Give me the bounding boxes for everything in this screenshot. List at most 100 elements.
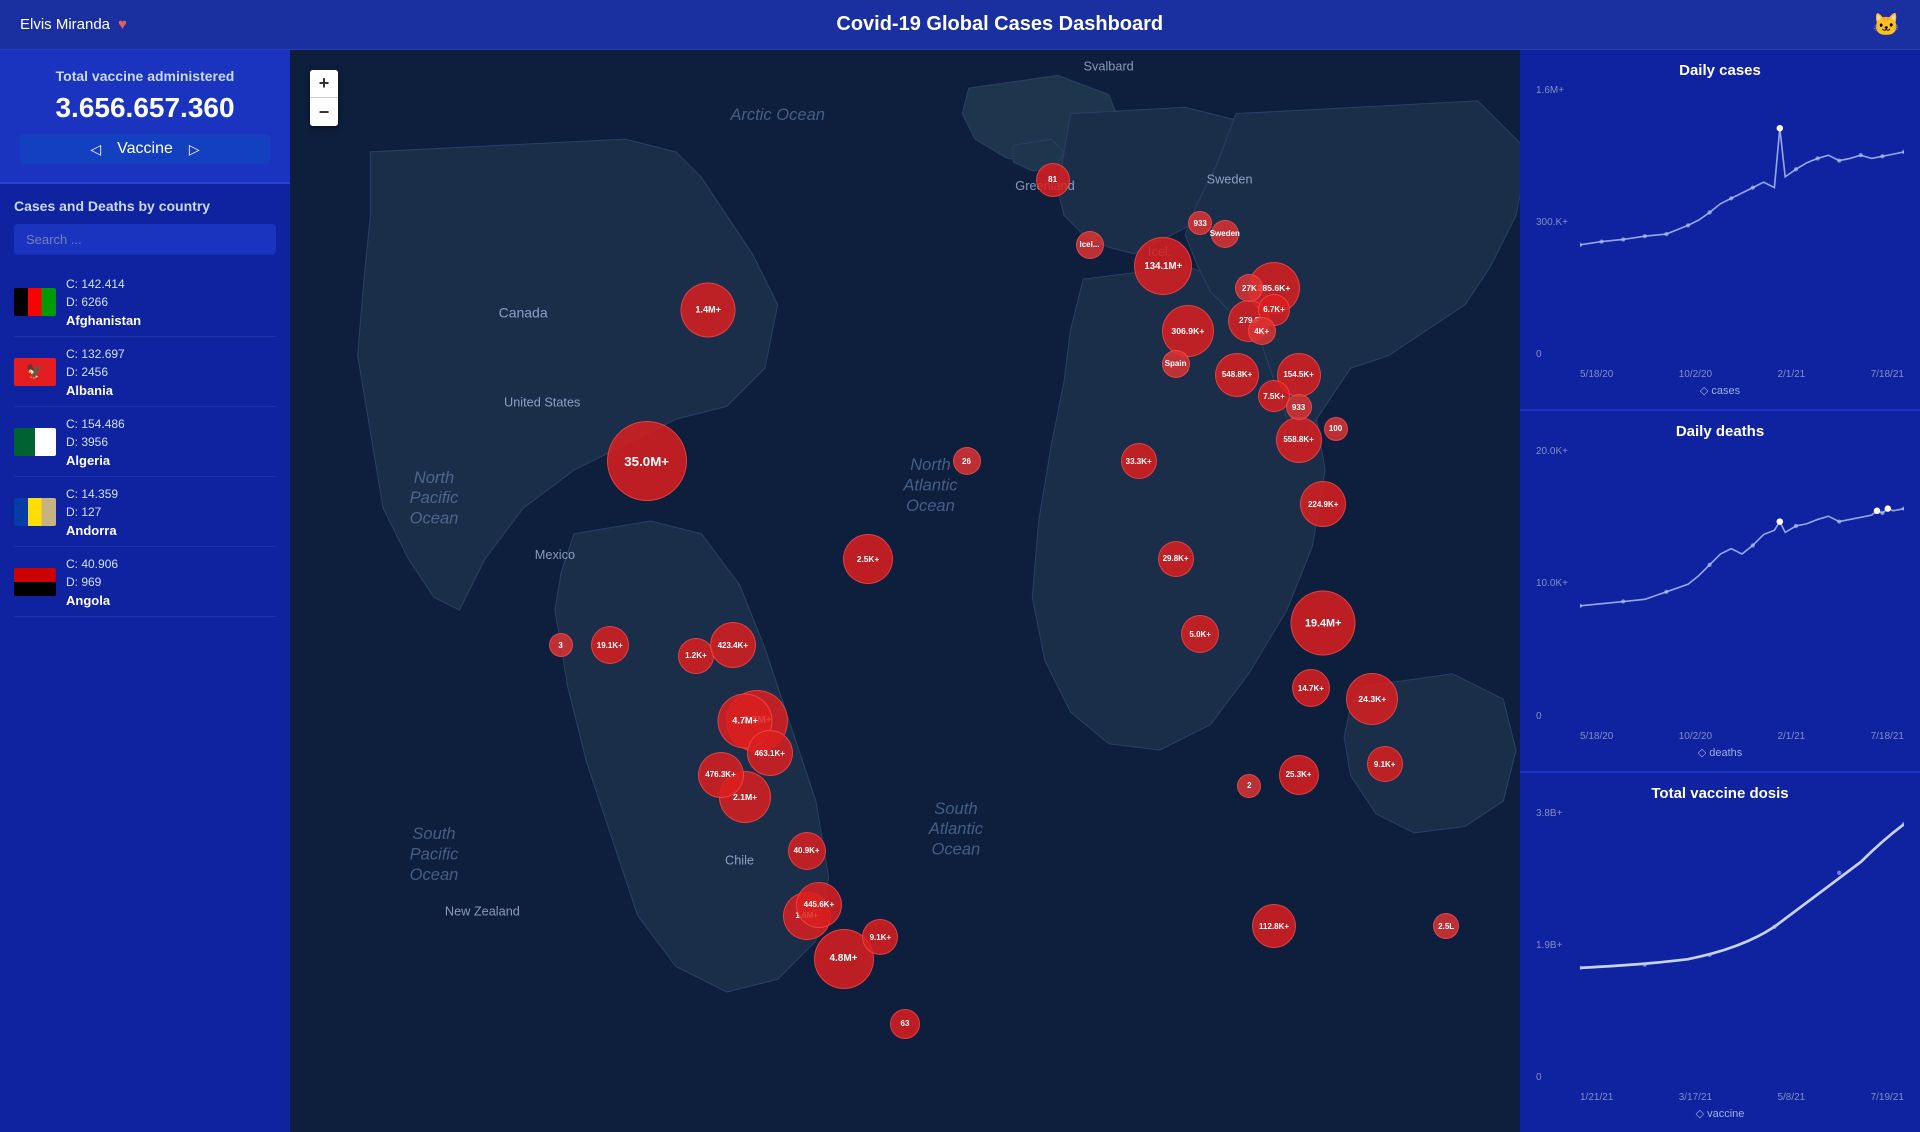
page-title: Covid-19 Global Cases Dashboard (836, 13, 1163, 36)
map-bubble-nigeria[interactable]: 5.0K+ (1181, 615, 1219, 653)
zoom-out-button[interactable]: − (310, 98, 338, 126)
country-list-item[interactable]: C: 40.906D: 969Angola (14, 547, 276, 617)
bubble-label: 24.3K+ (1358, 694, 1386, 704)
map-bubble-greenland[interactable]: 81 (1036, 163, 1070, 197)
vaccine-panel: Total vaccine administered 3.656.657.360… (0, 50, 290, 184)
user-name: Elvis Miranda (20, 16, 110, 33)
map-bubble-france[interactable]: 306.9K+ (1162, 305, 1214, 357)
map-bubble-south_africa[interactable]: 112.8K+ (1252, 904, 1296, 948)
map-bubble-israel[interactable]: 933 (1286, 394, 1312, 420)
map-bubble-small2[interactable]: 3 (549, 633, 573, 657)
daily-cases-label: ◇ cases (1536, 384, 1904, 397)
svg-text:Canada: Canada (499, 304, 548, 320)
svg-text:Sweden: Sweden (1207, 172, 1253, 187)
map-bubble-sa_east[interactable]: 2.5L (1433, 913, 1459, 939)
bubble-label: 3 (558, 641, 562, 650)
bubble-label: 2 (1247, 781, 1251, 790)
map-bubble-haiti[interactable]: 29.8K+ (1158, 541, 1194, 577)
map-bubble-sa_small2[interactable]: 9.1K+ (862, 919, 898, 955)
country-deaths: D: 969 (66, 573, 118, 591)
map-bubble-usa[interactable]: 35.0M+ (607, 421, 687, 501)
map-bubble-canada[interactable]: 1.4M+ (681, 282, 736, 337)
map-bubble-iceland[interactable]: Icel... (1076, 231, 1104, 259)
map-bubble-ecuador[interactable]: 476.3K+ (698, 752, 744, 798)
vaccine-dosis-chart: Total vaccine dosis 3.8B+ 1.9B+ 0 (1520, 773, 1920, 1132)
map-bubble-small1[interactable]: 26 (953, 447, 981, 475)
country-stats-text: C: 40.906D: 969 (66, 555, 118, 591)
svg-text:Ocean: Ocean (410, 509, 459, 528)
map-bubble-romania[interactable]: 4K+ (1248, 317, 1276, 345)
map-bubble-india[interactable]: 19.4M+ (1291, 591, 1356, 656)
countries-list: C: 142.414D: 6266Afghanistan🦅C: 132.697D… (14, 267, 276, 617)
bubble-label: 9.1K+ (870, 933, 892, 942)
country-list-item[interactable]: C: 142.414D: 6266Afghanistan (14, 267, 276, 337)
map-bubble-uae[interactable]: 100 (1324, 417, 1348, 441)
daily-cases-area: 1.6M+ 300.K+ 0 (1536, 85, 1904, 380)
map-bubble-poland[interactable]: 27K (1235, 274, 1263, 302)
map-bubble-spain[interactable]: Spain (1162, 350, 1190, 378)
country-deaths: D: 6266 (66, 293, 141, 311)
bubble-label: 4.8M+ (829, 953, 857, 964)
vaccine-prev-button[interactable]: ◁ (90, 141, 101, 158)
map-bubble-morocco[interactable]: 33.3K+ (1121, 443, 1157, 479)
map-bubble-central_am[interactable]: 1.2K+ (678, 638, 714, 674)
daily-deaths-x-axis: 5/18/20 10/2/20 2/1/21 7/18/21 (1580, 731, 1904, 742)
map-bubble-mideast[interactable]: 9.1K+ (1367, 746, 1403, 782)
countries-panel: Cases and Deaths by country C: 142.414D:… (0, 184, 290, 1132)
vaccine-label: Vaccine (117, 140, 173, 158)
country-list-item[interactable]: C: 14.359D: 127Andorra (14, 477, 276, 547)
vaccine-count: 3.656.657.360 (20, 92, 270, 124)
svg-text:Ocean: Ocean (932, 839, 981, 858)
bubble-label: 81 (1048, 175, 1057, 184)
bubble-label: 40.9K+ (794, 846, 820, 855)
daily-cases-chart: Daily cases 1.6M+ 300.K+ 0 (1520, 50, 1920, 411)
map-bubble-uk[interactable]: 134.1M+ (1134, 237, 1192, 295)
heart-icon: ♥ (118, 16, 127, 33)
map-bubble-norway[interactable]: 933 (1188, 211, 1212, 235)
map-zoom-controls: + − (310, 70, 338, 126)
bubble-label: 4.7M+ (732, 716, 758, 726)
y-label-bot: 0 (1536, 349, 1580, 360)
svg-text:Pacific: Pacific (410, 845, 459, 864)
map-bubble-nz_bubble[interactable]: 19.1K+ (591, 626, 629, 664)
map-container[interactable]: North Pacific Ocean South Pacific Ocean … (290, 50, 1520, 1132)
bubble-label: 19.4M+ (1305, 617, 1341, 629)
map-bubble-venezuela[interactable]: 463.1K+ (747, 730, 793, 776)
bubble-label: 463.1K+ (754, 749, 784, 758)
map-bubble-africa_east[interactable]: 25.3K+ (1279, 755, 1319, 795)
bubble-label: 423.4K+ (718, 641, 748, 650)
map-bubble-small3[interactable]: 2 (1237, 774, 1261, 798)
bubble-label: 476.3K+ (705, 770, 735, 779)
country-name: Afghanistan (66, 313, 141, 328)
bubble-label: 14.7K+ (1298, 684, 1324, 693)
bubble-label: 19.1K+ (597, 641, 623, 650)
bubble-label: 27K (1242, 284, 1257, 293)
map-bubble-pakistan[interactable]: 224.9K+ (1300, 481, 1346, 527)
map-bubble-small4[interactable]: 63 (890, 1009, 920, 1039)
country-list-item[interactable]: 🦅C: 132.697D: 2456Albania (14, 337, 276, 407)
svg-text:North: North (414, 468, 454, 487)
map-bubble-bolivia[interactable]: 40.9K+ (788, 832, 826, 870)
map-bubble-sweden[interactable]: Sweden (1211, 220, 1239, 248)
map-bubble-kenya[interactable]: 14.7K+ (1292, 669, 1330, 707)
map-bubble-cuba[interactable]: 423.4K+ (710, 622, 756, 668)
map-bubble-sa_small1[interactable]: 445.6K+ (796, 882, 842, 928)
y-label-mid: 1.9B+ (1536, 940, 1580, 951)
map-bubble-iran[interactable]: 558.8K+ (1276, 417, 1322, 463)
country-list-item[interactable]: C: 154.486D: 3956Algeria (14, 407, 276, 477)
zoom-in-button[interactable]: + (310, 70, 338, 98)
bubble-label: 35.0M+ (624, 454, 669, 469)
svg-text:North: North (910, 455, 950, 474)
daily-deaths-svg (1580, 446, 1904, 608)
svg-text:Atlantic: Atlantic (902, 475, 958, 494)
bubble-label: 4K+ (1254, 327, 1269, 336)
map-bubble-indonesia[interactable]: 24.3K+ (1346, 673, 1398, 725)
map-bubble-italy[interactable]: 548.8K+ (1215, 353, 1259, 397)
daily-cases-x-axis: 5/18/20 10/2/20 2/1/21 7/18/21 (1580, 369, 1904, 380)
map-bubble-mexico[interactable]: 2.5K+ (843, 534, 893, 584)
country-info: C: 14.359D: 127Andorra (66, 485, 118, 538)
vaccine-next-button[interactable]: ▷ (189, 141, 200, 158)
country-cases: C: 154.486 (66, 415, 125, 433)
search-input[interactable] (14, 224, 276, 255)
svg-text:Chile: Chile (725, 853, 754, 868)
